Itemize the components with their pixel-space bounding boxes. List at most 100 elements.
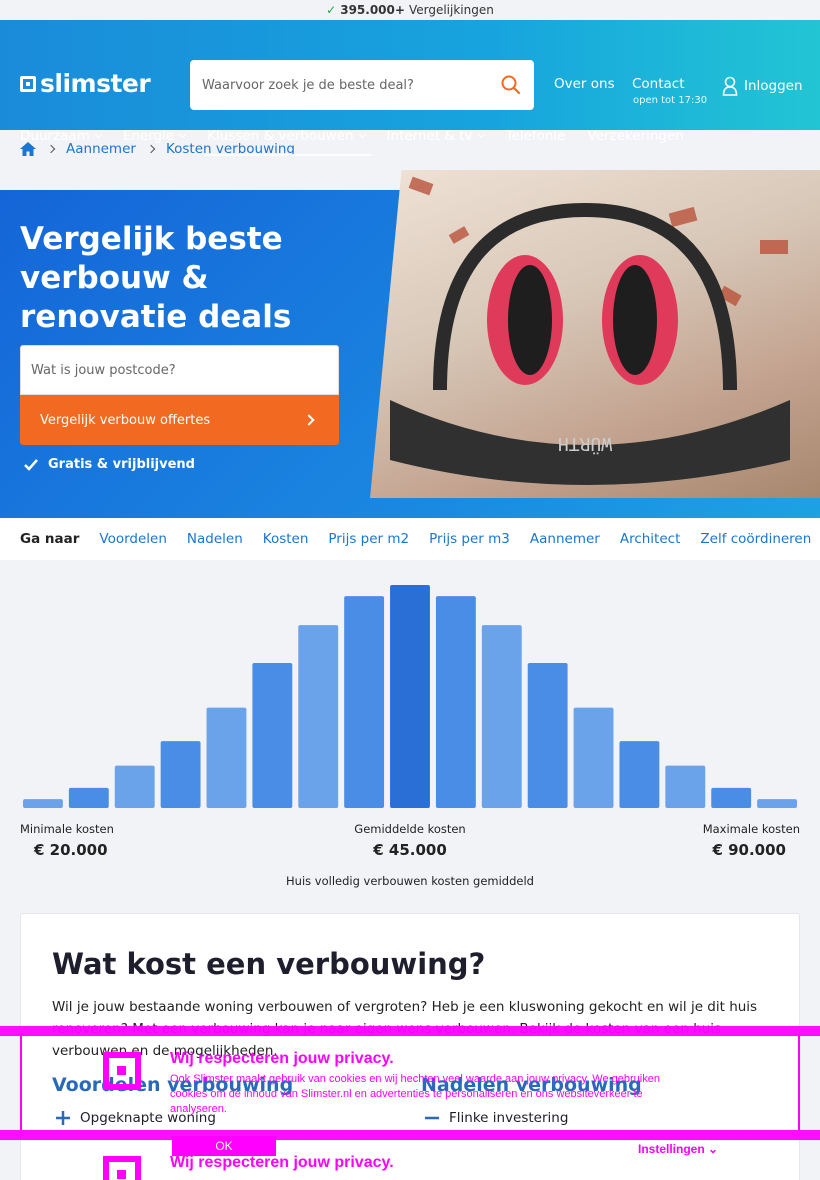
top-bar: ✓ 395.000+ Vergelijkingen	[0, 0, 820, 20]
contact-link[interactable]: Contact open tot 17:30	[632, 76, 707, 106]
comparisons-label: Vergelijkingen	[408, 3, 494, 17]
avg-cost-label: Gemiddelde kosten	[354, 822, 466, 836]
goto-link-kosten[interactable]: Kosten	[263, 531, 309, 547]
postcode-field	[20, 345, 339, 395]
chart-bar	[344, 596, 385, 808]
chevron-down-icon	[94, 130, 102, 139]
chart-bar	[481, 625, 522, 808]
nav-label: Duurzaam	[20, 128, 90, 144]
chart-bar	[252, 663, 293, 808]
about-link[interactable]: Over ons	[554, 76, 615, 92]
goto-link-zelf[interactable]: Zelf coördineren	[700, 531, 811, 547]
cost-stats: Minimale kosten € 20.000 Gemiddelde kost…	[20, 822, 800, 872]
chart-bar	[665, 765, 706, 808]
avg-cost-value: € 45.000	[373, 841, 447, 859]
goto-link-prijs-m3[interactable]: Prijs per m3	[429, 531, 510, 547]
main-nav: Duurzaam Energie Klussen & verbouwen Int…	[20, 122, 706, 156]
min-cost-value: € 20.000	[34, 841, 108, 859]
cost-distribution-chart	[20, 580, 800, 815]
chart-bar	[390, 585, 430, 808]
nav-item-internet[interactable]: Internet & tv	[386, 122, 485, 150]
chevron-right-icon	[303, 414, 315, 426]
min-cost: Minimale kosten € 20.000	[20, 822, 114, 859]
max-cost-value: € 90.000	[712, 841, 786, 859]
cookie-band-top	[0, 1026, 820, 1036]
comparisons-count: 395.000+	[340, 3, 405, 17]
chart-bar	[619, 741, 660, 808]
max-cost-label: Maximale kosten	[702, 822, 800, 836]
compare-button[interactable]: Vergelijk verbouw offertes	[20, 395, 339, 445]
chart-bar	[114, 765, 155, 808]
chart-bar	[573, 707, 614, 808]
chevron-down-icon	[179, 130, 187, 139]
goto-link-voordelen[interactable]: Voordelen	[99, 531, 167, 547]
search-icon[interactable]	[500, 74, 522, 96]
chevron-down-icon	[358, 130, 366, 139]
logo-icon	[20, 75, 36, 92]
chart-bar	[298, 625, 339, 808]
check-icon: ✓	[326, 3, 337, 17]
cookie-logo-icon-2	[103, 1156, 141, 1180]
nav-item-telefonie[interactable]: Telefonie	[506, 122, 566, 150]
cookie-banner: Wij respecteren jouw privacy. Ook Slimst…	[0, 1026, 820, 1180]
nav-label: Internet & tv	[386, 128, 473, 144]
chart-bar	[711, 787, 752, 808]
logo[interactable]: slimster	[20, 69, 151, 98]
nav-label: Klussen & verbouwen	[207, 128, 354, 144]
article-title: Wat kost een verbouwing?	[52, 947, 486, 981]
nav-label: Telefonie	[505, 128, 566, 144]
chart-bar	[23, 799, 63, 808]
goto-link-nadelen[interactable]: Nadelen	[187, 531, 243, 547]
cookie-band-bottom	[0, 1130, 820, 1140]
hero-title: Vergelijk beste verbouw & renovatie deal…	[20, 221, 292, 335]
worth-brand-mark: WÜRTH	[558, 433, 612, 455]
free-label: Gratis & vrijblijvend	[48, 457, 195, 472]
cookie-title: Wij respecteren jouw privacy.	[170, 1050, 394, 1067]
login-label: Inloggen	[744, 78, 803, 94]
goto-label: Ga naar	[20, 531, 80, 547]
chevron-down-icon	[477, 130, 485, 139]
cookie-settings-label: Instellingen	[638, 1142, 705, 1156]
nav-item-klussen[interactable]: Klussen & verbouwen	[205, 122, 371, 156]
hero-image-ear-protection: WÜRTH	[370, 170, 820, 498]
chart-bar	[160, 741, 201, 808]
login-button[interactable]: Inloggen	[722, 76, 803, 96]
goto-link-aannemer[interactable]: Aannemer	[530, 531, 600, 547]
logo-text: slimster	[40, 69, 151, 98]
cookie-ok-button[interactable]: OK	[172, 1136, 276, 1156]
avg-cost: Gemiddelde kosten € 45.000	[340, 822, 480, 859]
chart-bar	[435, 596, 476, 808]
nav-label: Energie	[122, 128, 175, 144]
chart-bar	[757, 799, 797, 808]
cookie-edge-left	[20, 1034, 22, 1130]
chart-bar	[206, 707, 247, 808]
min-cost-label: Minimale kosten	[20, 822, 114, 836]
cookie-text: Ook Slimster maakt gebruik van cookies e…	[170, 1073, 660, 1115]
free-note: Gratis & vrijblijvend	[24, 457, 195, 472]
chart-bar	[68, 787, 109, 808]
cookie-edge-right	[798, 1034, 800, 1130]
chart-caption: Huis volledig verbouwen kosten gemiddeld	[286, 874, 534, 888]
cookie-logo-icon	[103, 1052, 141, 1090]
nav-item-duurzaam[interactable]: Duurzaam	[20, 122, 102, 150]
user-icon	[722, 76, 738, 96]
postcode-input[interactable]	[31, 362, 328, 378]
chart-bar	[527, 663, 568, 808]
goto-nav: Ga naar Voordelen Nadelen Kosten Prijs p…	[0, 518, 820, 560]
search-input[interactable]	[202, 77, 500, 93]
site-header: slimster Over ons Contact open tot 17:30…	[0, 20, 820, 156]
compare-button-label: Vergelijk verbouw offertes	[40, 412, 211, 428]
contact-label: Contact	[632, 76, 685, 92]
nav-label: Verzekeringen	[587, 128, 684, 144]
nav-item-verzekeringen[interactable]: Verzekeringen	[587, 122, 683, 150]
check-icon	[24, 458, 38, 471]
cookie-settings-link[interactable]: Instellingen ⌄	[638, 1142, 718, 1156]
search-box	[190, 60, 534, 110]
chart-svg	[23, 585, 797, 808]
contact-hours: open tot 17:30	[633, 95, 708, 106]
goto-link-prijs-m2[interactable]: Prijs per m2	[328, 531, 409, 547]
nav-item-energie[interactable]: Energie	[122, 122, 187, 150]
max-cost: Maximale kosten € 90.000	[703, 822, 800, 859]
goto-link-architect[interactable]: Architect	[620, 531, 681, 547]
cookie-title-2: Wij respecteren jouw privacy.	[170, 1154, 394, 1171]
